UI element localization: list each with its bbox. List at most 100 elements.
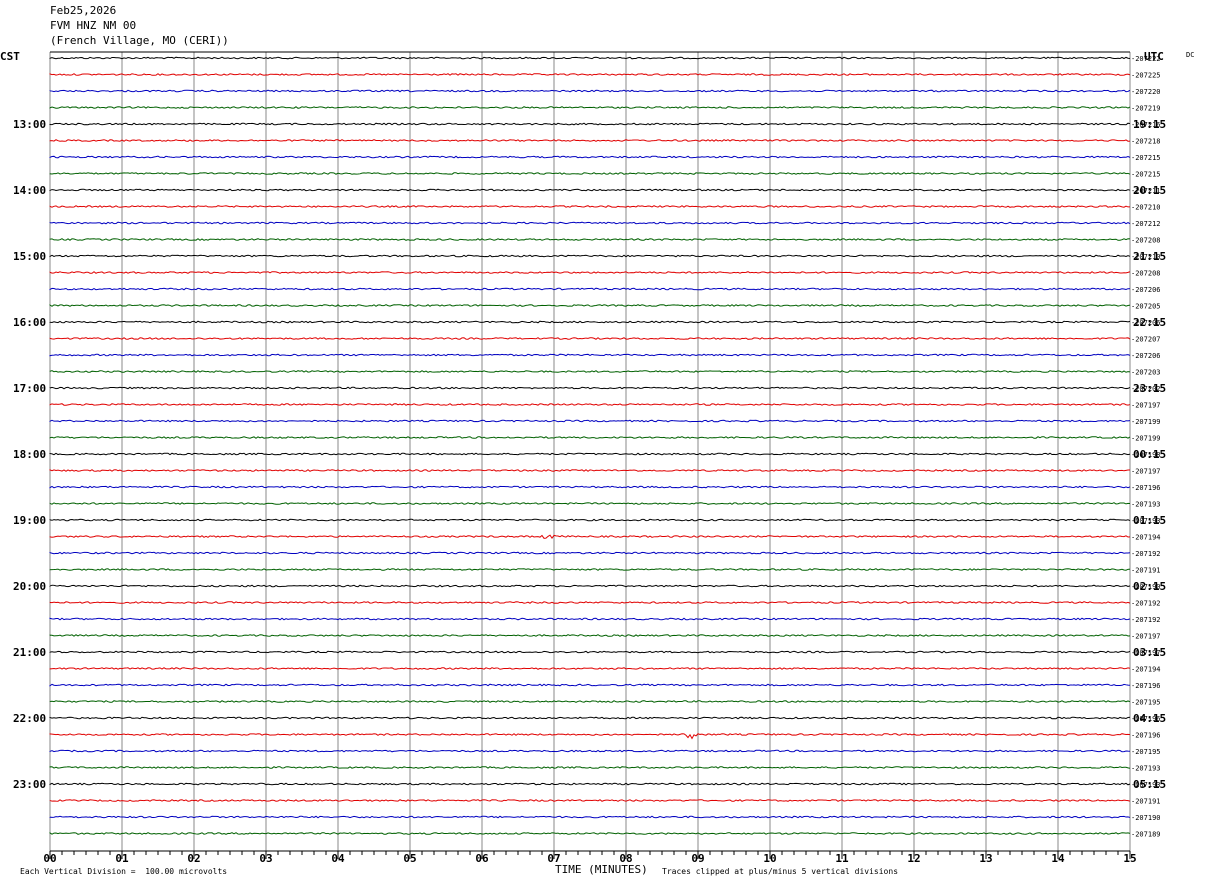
seismic-trace-45 [49, 782, 1131, 786]
dc-offset-label: -207219 [1131, 105, 1161, 113]
seismic-trace-38 [49, 667, 1131, 670]
dc-offset-label: -207197 [1131, 402, 1161, 410]
x-axis-label: TIME (MINUTES) [555, 863, 648, 876]
dc-offset-label: -207210 [1131, 204, 1161, 212]
seismic-trace-11 [49, 221, 1131, 225]
dc-offset-label: -207218 [1131, 138, 1161, 146]
seismic-trace-3 [49, 89, 1131, 93]
seismic-trace-23 [49, 419, 1131, 423]
left-hour-label: 22:00 [13, 712, 46, 725]
dc-offset-label: -207208 [1131, 237, 1161, 245]
right-hour-label: 05:15 [1133, 778, 1166, 791]
seismic-trace-30 [49, 534, 1131, 540]
x-tick-label: 00 [43, 852, 56, 865]
dc-offset-label: -207196 [1131, 732, 1161, 740]
seismic-trace-46 [49, 799, 1131, 802]
left-hour-label: 18:00 [13, 448, 46, 461]
x-tick-label: 15 [1123, 852, 1136, 865]
seismic-trace-13 [49, 254, 1131, 258]
seismic-trace-5 [49, 122, 1131, 126]
dc-offset-label: -207215 [1131, 171, 1161, 179]
seismic-trace-32 [49, 568, 1131, 571]
seismic-trace-12 [49, 238, 1131, 241]
left-hour-label: 14:00 [13, 184, 46, 197]
left-hour-label: 20:00 [13, 580, 46, 593]
seismic-trace-26 [49, 469, 1131, 472]
seismic-trace-44 [49, 766, 1131, 769]
seismic-trace-48 [49, 831, 1131, 835]
seismic-trace-42 [49, 733, 1131, 740]
seismic-trace-33 [49, 584, 1131, 588]
seismic-trace-20 [49, 370, 1131, 373]
dc-offset-label: -207193 [1131, 765, 1161, 773]
x-tick-label: 01 [115, 852, 129, 865]
dc-offset-label: -207199 [1131, 418, 1161, 426]
dc-offset-label: -207196 [1131, 484, 1161, 492]
dc-offset-label: -207194 [1131, 666, 1161, 674]
seismic-trace-37 [49, 650, 1131, 654]
x-tick-label: 14 [1051, 852, 1065, 865]
seismic-trace-21 [49, 386, 1131, 390]
right-hour-label: 01:15 [1133, 514, 1166, 527]
x-tick-label: 10 [763, 852, 776, 865]
left-hour-label: 13:00 [13, 118, 46, 131]
dc-offset-label: -207189 [1131, 831, 1161, 839]
dc-offset-label: -207193 [1131, 501, 1161, 509]
dc-offset-label: -207197 [1131, 468, 1161, 476]
dc-offset-label: -207207 [1131, 336, 1161, 344]
left-hour-label: 15:00 [13, 250, 46, 263]
seismic-trace-6 [49, 139, 1131, 142]
seismic-trace-7 [49, 155, 1131, 159]
seismic-trace-34 [49, 601, 1131, 604]
seismic-trace-8 [49, 172, 1131, 175]
seismic-trace-18 [49, 337, 1131, 340]
right-hour-label: 23:15 [1133, 382, 1166, 395]
dc-offset-label: -207191 [1131, 567, 1161, 575]
left-hour-label: 16:00 [13, 316, 46, 329]
left-zone-label: CST [0, 50, 20, 63]
seismic-trace-9 [49, 188, 1131, 192]
seismic-trace-14 [49, 271, 1131, 274]
seismic-trace-16 [49, 304, 1131, 307]
seismic-trace-10 [49, 205, 1131, 208]
right-hour-label: 00:15 [1133, 448, 1166, 461]
seismic-trace-2 [49, 73, 1131, 76]
clip-note: Traces clipped at plus/minus 5 vertical … [662, 867, 899, 876]
dc-offset-label: -207203 [1131, 369, 1161, 377]
right-corner-label: DC [1186, 51, 1194, 59]
dc-offset-label: -207215 [1131, 154, 1161, 162]
dc-offset-label: -207222 [1131, 55, 1161, 63]
dc-offset-label: -207196 [1131, 682, 1161, 690]
x-tick-label: 09 [691, 852, 704, 865]
dc-offset-label: -207192 [1131, 616, 1161, 624]
dc-offset-label: -207199 [1131, 435, 1161, 443]
left-hour-label: 23:00 [13, 778, 46, 791]
x-tick-label: 02 [187, 852, 200, 865]
x-tick-label: 11 [835, 852, 849, 865]
dc-offset-label: -207220 [1131, 88, 1161, 96]
dc-offset-label: -207206 [1131, 352, 1161, 360]
seismic-trace-29 [49, 518, 1131, 522]
helicorder-plot: CST UTC DC -207222-207225-207220-207219-… [0, 50, 1194, 876]
dc-offset-label: -207192 [1131, 600, 1161, 608]
dc-offset-label: -207192 [1131, 550, 1161, 558]
dc-offset-label: -207194 [1131, 534, 1161, 542]
left-hour-label: 19:00 [13, 514, 46, 527]
right-hour-label: 21:15 [1133, 250, 1166, 263]
left-hour-label: 21:00 [13, 646, 46, 659]
seismic-trace-19 [49, 353, 1131, 357]
x-tick-label: 04 [331, 852, 345, 865]
seismic-trace-39 [49, 683, 1131, 687]
right-hour-label: 20:15 [1133, 184, 1166, 197]
right-hour-label: 03:15 [1133, 646, 1166, 659]
dc-offset-label: -207191 [1131, 798, 1161, 806]
dc-offset-label: -207195 [1131, 699, 1161, 707]
right-hour-label: 19:15 [1133, 118, 1166, 131]
right-hour-label: 02:15 [1133, 580, 1166, 593]
seismic-trace-27 [49, 485, 1131, 489]
dc-offset-label: -207206 [1131, 286, 1161, 294]
x-tick-label: 03 [259, 852, 272, 865]
dc-offset-label: -207190 [1131, 814, 1161, 822]
dc-offset-label: -207197 [1131, 633, 1161, 641]
right-hour-label: 04:15 [1133, 712, 1166, 725]
